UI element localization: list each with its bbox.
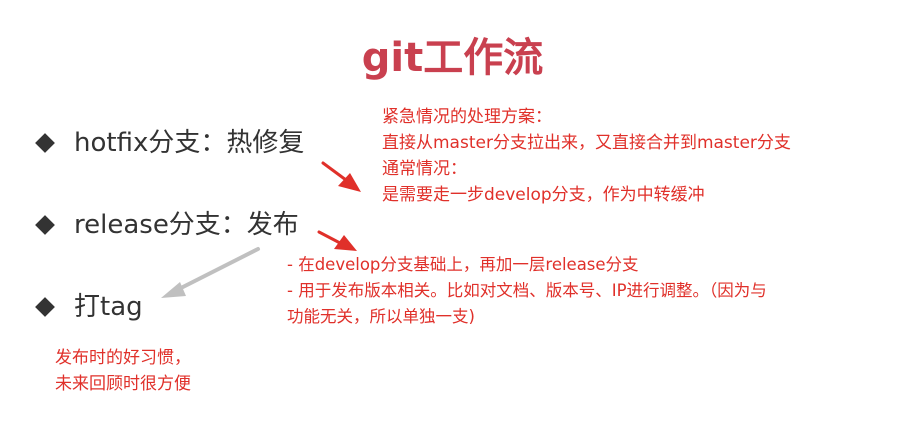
arrow-release-icon	[317, 230, 357, 251]
arrow-tag-icon	[161, 247, 260, 298]
tag-note-line: 发布时的好习惯，	[55, 348, 191, 368]
release-note-line: - 在develop分支基础上，再加一层release分支	[287, 255, 639, 274]
bullet-tag-text: 打tag	[74, 292, 143, 322]
hotfix-note-line: 紧急情况的处理方案：	[382, 107, 552, 127]
tag-note-line: 未来回顾时很方便	[55, 374, 191, 394]
hotfix-note: 紧急情况的处理方案： 直接从master分支拉出来，又直接合并到master分支…	[382, 104, 791, 208]
page-title: git工作流	[361, 35, 544, 81]
diamond-bullet-icon	[35, 297, 55, 317]
diamond-bullet-icon	[35, 215, 55, 235]
bullet-release-text: release分支：发布	[74, 210, 299, 240]
bullet-hotfix-text: hotfix分支：热修复	[74, 128, 305, 158]
hotfix-note-line: 直接从master分支拉出来，又直接合并到master分支	[382, 133, 791, 153]
tag-note: 发布时的好习惯， 未来回顾时很方便	[55, 345, 191, 397]
diamond-bullet-icon	[35, 133, 55, 153]
release-note-line: 功能无关，所以单独一支)	[287, 307, 475, 326]
bullet-tag: 打tag	[35, 290, 143, 324]
hotfix-note-line: 是需要走一步develop分支，作为中转缓冲	[382, 185, 705, 205]
bullet-release: release分支：发布	[35, 208, 299, 242]
release-note: - 在develop分支基础上，再加一层release分支 - 用于发布版本相关…	[287, 252, 767, 330]
arrow-hotfix-icon	[321, 161, 361, 192]
bullet-hotfix: hotfix分支：热修复	[35, 126, 305, 160]
hotfix-note-line: 通常情况：	[382, 159, 467, 179]
release-note-line: - 用于发布版本相关。比如对文档、版本号、IP进行调整。（因为与	[287, 281, 767, 300]
